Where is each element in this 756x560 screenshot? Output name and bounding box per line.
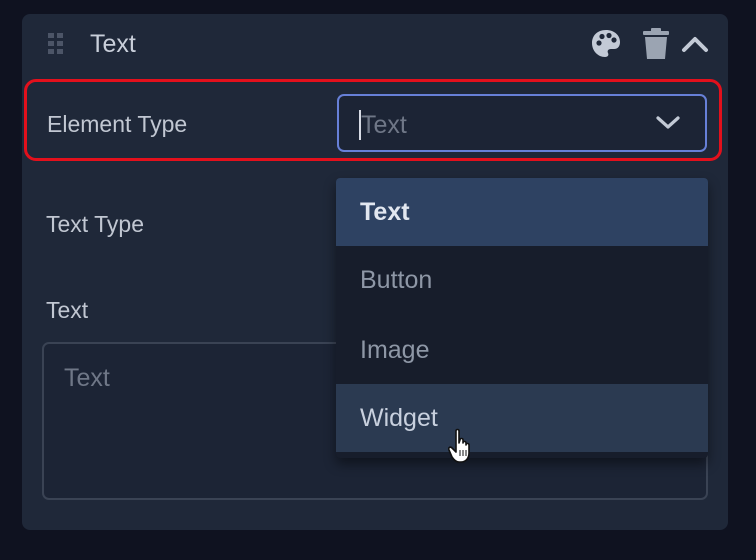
panel-header: Text [22,14,728,74]
element-type-dropdown: Text Button Image Widget [336,178,708,458]
text-type-label: Text Type [46,211,145,237]
chevron-up-icon[interactable] [680,28,710,60]
dropdown-option-button[interactable]: Button [336,246,708,314]
hand-pointer-icon [448,428,470,463]
text-placeholder: Text [64,364,110,392]
drag-handle-icon[interactable] [46,32,66,54]
dropdown-option-image[interactable]: Image [336,316,708,384]
element-type-label: Element Type [47,111,188,137]
element-type-select[interactable]: Text [337,94,707,152]
element-type-value: Text [361,111,407,139]
dropdown-option-text[interactable]: Text [336,178,708,246]
dropdown-option-widget[interactable]: Widget [336,384,708,452]
chevron-down-icon [656,116,680,129]
palette-icon[interactable] [590,28,622,60]
panel-title: Text [90,30,136,58]
text-label: Text [46,297,89,323]
trash-icon[interactable] [642,28,670,60]
